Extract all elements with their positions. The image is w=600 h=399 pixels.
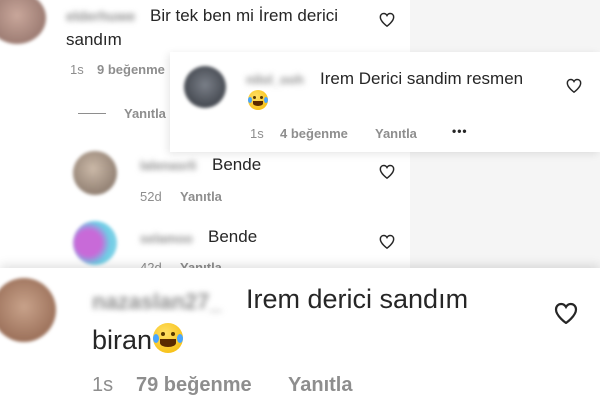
comment-likes[interactable]: 79 beğenme [136,374,252,397]
comment-username[interactable]: selamoo [140,231,193,246]
comment-username[interactable]: nazaslan27_ [92,289,222,315]
comment-text-line2: sandım [66,30,122,49]
avatar[interactable] [73,221,117,265]
highlighted-comment-card: nilol_ooh Irem Derici sandim resmen 1s 4… [170,52,600,152]
replies-divider [78,113,106,114]
avatar[interactable] [0,278,56,342]
comment-time: 52d [140,189,162,204]
comment-time: 1s [250,126,264,141]
comment-username[interactable]: nilol_ooh [246,72,304,87]
reply-link[interactable]: Yanıtla [288,374,352,397]
comment-text: Bir tek ben mi İrem derici [150,6,338,25]
emoji-laughing [248,90,268,110]
heart-icon[interactable] [379,12,395,27]
zoomed-comment-card: nazaslan27_ Irem derici sandım biran 1s … [0,268,600,399]
laughing-tears-emoji [153,323,184,353]
comment-time: 1s [92,374,114,396]
comment-username[interactable]: elderhuwe [66,8,135,24]
heart-icon[interactable] [554,302,578,324]
avatar[interactable] [73,151,117,195]
heart-icon[interactable] [379,234,395,249]
comment-time: 1s [70,62,84,77]
more-options-icon[interactable]: ••• [452,124,468,138]
comment-text: Irem derici sandım [246,284,469,314]
heart-icon[interactable] [566,78,582,93]
heart-icon[interactable] [379,164,395,179]
avatar[interactable] [184,66,226,108]
comment-likes[interactable]: 4 beğenme [280,126,348,141]
comment-username[interactable]: lalenasrli [140,158,196,173]
reply-link[interactable]: Yanıtla [375,126,417,141]
comment-likes[interactable]: 9 beğenme [97,62,165,77]
comment-text-line2: biran [92,323,184,356]
laughing-tears-emoji [248,90,268,110]
comment-text: Bende [208,227,258,246]
view-replies-link[interactable]: Yanıtla [124,106,166,121]
reply-link[interactable]: Yanıtla [180,189,222,204]
comment-text: Bende [212,155,262,174]
comment-text-line2: biran [92,325,153,355]
comment-text: Irem Derici sandim resmen [320,69,524,88]
